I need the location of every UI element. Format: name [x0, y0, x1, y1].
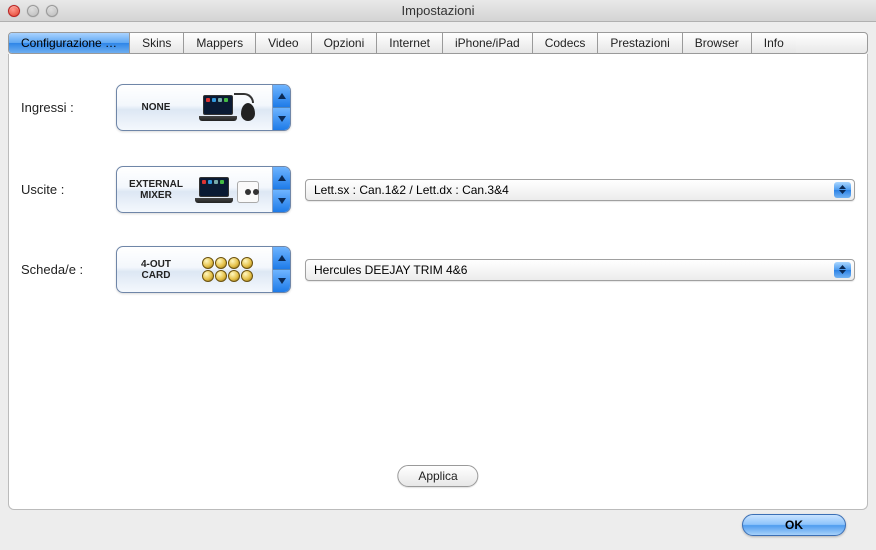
- inputs-step-up[interactable]: [273, 85, 290, 108]
- cards-step-up[interactable]: [273, 247, 290, 270]
- close-icon[interactable]: [8, 5, 20, 17]
- tab-video[interactable]: Video: [256, 33, 311, 53]
- outputs-channel-value: Lett.sx : Can.1&2 / Lett.dx : Can.3&4: [314, 183, 509, 197]
- tab-browser[interactable]: Browser: [683, 33, 752, 53]
- tab-info[interactable]: Info: [752, 33, 796, 53]
- sound-card-dropdown[interactable]: Hercules DEEJAY TRIM 4&6: [305, 259, 855, 281]
- tab-internet[interactable]: Internet: [377, 33, 443, 53]
- inputs-selector[interactable]: NONE: [116, 84, 291, 131]
- chevron-down-icon: [278, 198, 286, 204]
- laptop-mouse-icon: [195, 91, 259, 125]
- cards-selector[interactable]: 4-OUT CARD: [116, 246, 291, 293]
- window-controls: [0, 5, 58, 17]
- outputs-step-up[interactable]: [273, 167, 290, 190]
- label-uscite: Uscite :: [21, 182, 116, 197]
- zoom-icon[interactable]: [46, 5, 58, 17]
- rca-card-icon: [195, 253, 259, 287]
- outputs-selector-text: EXTERNAL MIXER: [125, 179, 187, 201]
- outputs-channel-dropdown[interactable]: Lett.sx : Can.1&2 / Lett.dx : Can.3&4: [305, 179, 855, 201]
- chevron-up-icon: [278, 175, 286, 181]
- apply-button[interactable]: Applica: [397, 465, 478, 487]
- minimize-icon[interactable]: [27, 5, 39, 17]
- tab-configurazione[interactable]: Configurazione …: [9, 33, 130, 53]
- dropdown-arrows-icon: [834, 262, 851, 278]
- titlebar: Impostazioni: [0, 0, 876, 22]
- chevron-down-icon: [278, 116, 286, 122]
- row-inputs: Ingressi : NONE: [21, 84, 855, 131]
- tab-opzioni[interactable]: Opzioni: [312, 33, 378, 53]
- tab-mappers[interactable]: Mappers: [184, 33, 256, 53]
- tab-skins[interactable]: Skins: [130, 33, 184, 53]
- tab-iphone-ipad[interactable]: iPhone/iPad: [443, 33, 533, 53]
- ok-button[interactable]: OK: [742, 514, 846, 536]
- inputs-step-down[interactable]: [273, 108, 290, 130]
- tab-bar: Configurazione … Skins Mappers Video Opz…: [8, 32, 868, 54]
- dropdown-arrows-icon: [834, 182, 851, 198]
- sound-card-value: Hercules DEEJAY TRIM 4&6: [314, 263, 467, 277]
- chevron-down-icon: [278, 278, 286, 284]
- cards-step-down[interactable]: [273, 270, 290, 292]
- outputs-step-down[interactable]: [273, 190, 290, 212]
- window-title: Impostazioni: [0, 3, 876, 18]
- cards-selector-text: 4-OUT CARD: [125, 259, 187, 281]
- chevron-up-icon: [278, 93, 286, 99]
- settings-panel: Ingressi : NONE: [8, 54, 868, 510]
- laptop-mixer-icon: [195, 173, 259, 207]
- tab-codecs[interactable]: Codecs: [533, 33, 599, 53]
- row-outputs: Uscite : EXTERNAL MIXER: [21, 166, 855, 213]
- row-cards: Scheda/e : 4-OUT CARD: [21, 246, 855, 293]
- inputs-selector-text: NONE: [125, 102, 187, 113]
- tab-prestazioni[interactable]: Prestazioni: [598, 33, 682, 53]
- outputs-selector[interactable]: EXTERNAL MIXER: [116, 166, 291, 213]
- label-schede: Scheda/e :: [21, 262, 116, 277]
- label-ingressi: Ingressi :: [21, 100, 116, 115]
- chevron-up-icon: [278, 255, 286, 261]
